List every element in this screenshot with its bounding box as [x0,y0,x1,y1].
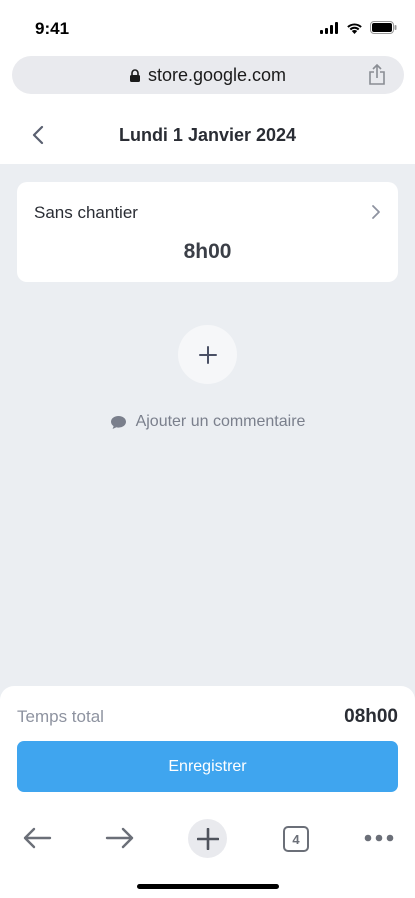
wifi-icon [347,22,362,34]
signal-icon [320,21,338,34]
total-time-value: 08h00 [344,706,398,727]
home-indicator[interactable] [137,884,279,889]
comment-bubble-icon [110,415,126,429]
browser-address-area: store.google.com [0,56,415,106]
site-label: Sans chantier [34,203,138,222]
new-tab-button[interactable] [188,819,227,858]
browser-forward-button[interactable] [103,820,137,856]
status-time: 9:41 [35,19,70,38]
arrow-right-icon [105,827,134,849]
plus-icon [196,827,219,850]
save-button[interactable]: Enregistrer [17,741,398,792]
chevron-right-icon [372,205,380,219]
url-display[interactable]: store.google.com [12,65,404,86]
status-bar: 9:41 [0,0,415,56]
total-time-label: Temps total [17,707,104,726]
add-comment-link[interactable]: Ajouter un commentaire [0,413,415,431]
lock-icon [129,69,140,82]
browser-toolbar: 4 [0,808,415,898]
more-menu-button[interactable] [362,820,396,856]
add-comment-label: Ajouter un commentaire [135,413,306,430]
status-icons [320,21,397,34]
battery-icon [370,21,397,34]
share-icon[interactable] [368,64,386,86]
plus-icon [198,345,217,364]
add-entry-button[interactable] [178,325,237,384]
address-bar[interactable]: store.google.com [12,56,404,94]
more-dots-icon [364,834,394,842]
page-title: Lundi 1 Janvier 2024 [118,125,297,145]
summary-panel: Temps total 08h00 Enregistrer [0,686,415,808]
page-header: Lundi 1 Janvier 2024 [0,106,415,164]
time-entry-card[interactable]: Sans chantier 8h00 [17,182,398,282]
arrow-left-icon [23,827,52,849]
url-text: store.google.com [147,65,287,85]
tab-switcher-button[interactable]: 4 [283,826,309,852]
browser-back-button[interactable] [20,820,54,856]
entry-hours: 8h00 [183,240,232,263]
